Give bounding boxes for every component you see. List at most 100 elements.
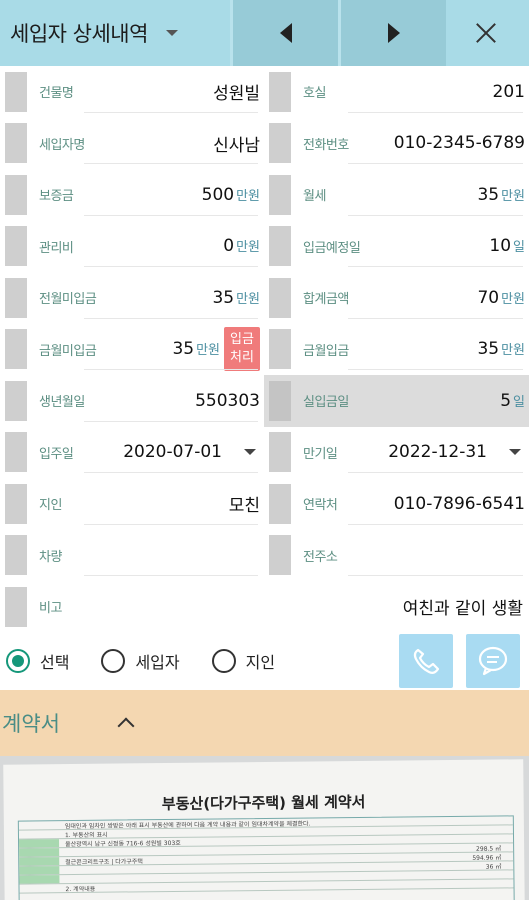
unit-label: 만원 (236, 240, 260, 256)
field-underline (84, 317, 258, 319)
cur-paid-amount: 35 (477, 339, 500, 360)
field-total[interactable]: 합계금액 70 만원 (264, 272, 529, 324)
title-dropdown[interactable]: 세입자 상세내역 (0, 0, 230, 66)
close-button[interactable] (446, 0, 526, 66)
field-building[interactable]: 건물명 성원빌 (0, 66, 264, 118)
rent-value[interactable]: 35 만원 (383, 185, 529, 205)
unit-label: 만원 (501, 291, 525, 307)
field-underline (348, 317, 523, 319)
cur-paid-value[interactable]: 35 만원 (383, 339, 529, 359)
contact-value[interactable]: 010-7896-6541 (383, 494, 529, 514)
prev-unpaid-value[interactable]: 35 만원 (119, 288, 264, 308)
unit-label: 만원 (196, 343, 220, 359)
field-cur-paid[interactable]: 금월입금 35 만원 (264, 324, 529, 376)
field-label: 입금예정일 (303, 240, 361, 256)
building-value[interactable]: 성원빌 (119, 79, 264, 104)
field-contact[interactable]: 연락처 010-7896-6541 (264, 478, 529, 530)
actual-day-amount: 5 (500, 390, 512, 411)
contract-title: 계약서 (2, 712, 60, 736)
expiry-date-picker[interactable]: 2022-12-31 (383, 442, 529, 462)
field-underline (348, 266, 523, 267)
call-button[interactable] (399, 634, 453, 688)
form-row: 건물명 성원빌 호실 201 (0, 66, 529, 118)
process-payment-button[interactable]: 입금 처리 (224, 327, 260, 372)
due-day-value[interactable]: 10 일 (383, 236, 529, 256)
field-underline (84, 163, 258, 164)
field-prev-address[interactable]: 전주소 (264, 530, 529, 582)
field-label: 세입자명 (39, 137, 85, 153)
next-arrow-icon (387, 23, 400, 43)
field-label: 연락처 (303, 498, 338, 514)
field-phone[interactable]: 전화번호 010-2345-6789 (264, 118, 529, 170)
field-rent[interactable]: 월세 35 만원 (264, 169, 529, 221)
total-value[interactable]: 70 만원 (383, 288, 529, 308)
form-row: 비고 여친과 같이 생활 (0, 581, 529, 633)
field-move-in[interactable]: 입주일 2020-07-01 (0, 427, 264, 479)
contract-section-header[interactable]: 계약서 (0, 690, 529, 756)
field-mgmt[interactable]: 관리비 0 만원 (0, 221, 264, 273)
field-deposit[interactable]: 보증금 500 만원 (0, 169, 264, 221)
field-tenant[interactable]: 세입자명 신사남 (0, 118, 264, 170)
field-marker (269, 71, 291, 112)
due-day-amount: 10 (489, 236, 512, 257)
field-actual-day[interactable]: 실입금일 5일 (264, 375, 529, 427)
doc-cell-highlight (19, 839, 60, 848)
field-label: 보증금 (39, 189, 74, 205)
cur-unpaid-amount: 35 (172, 339, 195, 360)
chevron-up-icon[interactable] (117, 717, 135, 735)
mgmt-value[interactable]: 0 만원 (119, 236, 264, 256)
field-label: 전주소 (303, 549, 338, 565)
contract-doc-table: 임대인과 임차인 쌍방은 아래 표시 부동산에 관하여 다음 계약 내용과 같이… (17, 815, 515, 900)
phone-value[interactable]: 010-2345-6789 (383, 133, 529, 153)
field-acquaintance[interactable]: 지인 모친 (0, 478, 264, 530)
message-button[interactable] (466, 634, 520, 688)
field-expiry[interactable]: 만기일 2022-12-31 (264, 427, 529, 479)
unit-no-value[interactable]: 201 (383, 82, 529, 102)
phone-icon (413, 648, 440, 674)
next-button[interactable] (338, 0, 446, 66)
deposit-value[interactable]: 500 만원 (119, 185, 264, 205)
unit-label: 일 (513, 240, 525, 256)
birth-value[interactable]: 550303 (119, 391, 264, 411)
field-memo[interactable]: 비고 여친과 같이 생활 (0, 581, 529, 633)
field-cur-unpaid[interactable]: 금월미입금 35 만원 입금 처리 (0, 324, 264, 376)
radio-acquaintance[interactable]: 지인 (211, 649, 275, 673)
radio-select[interactable]: 선택 (6, 649, 69, 673)
total-amount: 70 (477, 287, 500, 308)
field-birth[interactable]: 생년월일 550303 (0, 375, 264, 427)
field-unit-no[interactable]: 호실 201 (264, 66, 529, 118)
field-marker (5, 277, 27, 318)
payment-button-line2: 처리 (230, 350, 254, 366)
form-row: 금월미입금 35 만원 입금 처리 금월입금 35 만원 (0, 324, 529, 376)
tenant-value[interactable]: 신사남 (119, 131, 264, 156)
field-vehicle[interactable]: 차량 (0, 530, 264, 582)
form-row: 지인 모친 연락처 010-7896-6541 (0, 478, 529, 530)
unit-label: 만원 (236, 291, 260, 307)
field-marker (269, 483, 291, 524)
radio-label: 세입자 (135, 653, 180, 672)
field-label: 월세 (303, 189, 326, 205)
page-title: 세입자 상세내역 (10, 22, 148, 46)
field-marker (5, 174, 27, 215)
form-row: 세입자명 신사남 전화번호 010-2345-6789 (0, 118, 529, 170)
field-marker (5, 380, 27, 421)
rent-amount: 35 (477, 184, 500, 205)
radio-tenant[interactable]: 세입자 (101, 649, 180, 673)
field-due-day[interactable]: 입금예정일 10 일 (264, 221, 529, 273)
app-header: 세입자 상세내역 (0, 0, 529, 66)
prev-button[interactable] (230, 0, 338, 66)
acquaintance-value[interactable]: 모친 (119, 491, 264, 516)
move-in-date-picker[interactable]: 2020-07-01 (119, 442, 264, 462)
mgmt-amount: 0 (223, 236, 235, 257)
contract-doc-title: 부동산(다가구주택) 월세 계약서 (161, 792, 366, 814)
field-marker (269, 535, 291, 576)
tenant-detail-form: 건물명 성원빌 호실 201 세입자명 신사남 전화번호 010-2345-67… (0, 66, 529, 633)
field-prev-unpaid[interactable]: 전월미입금 35 만원 (0, 272, 264, 324)
actual-day-value[interactable]: 5일 (383, 391, 529, 411)
field-marker (5, 586, 27, 627)
deposit-amount: 500 (201, 184, 235, 205)
memo-value[interactable]: 여친과 같이 생활 (119, 594, 529, 619)
cur-unpaid-value[interactable]: 35 만원 (119, 339, 224, 359)
field-underline (84, 214, 258, 216)
contract-image[interactable]: 부동산(다가구주택) 월세 계약서 임대인과 임차인 쌍방은 아래 표시 부동산… (0, 756, 529, 900)
